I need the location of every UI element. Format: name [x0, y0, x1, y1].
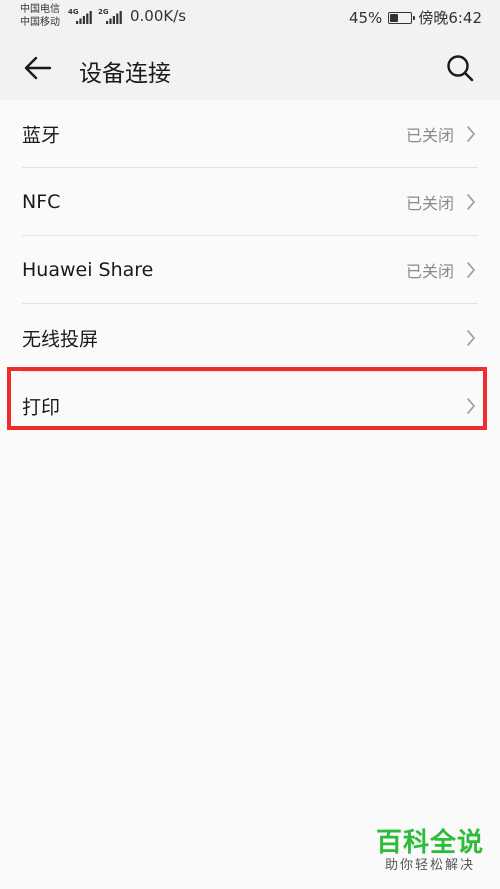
list-item-label: 无线投屏: [22, 328, 99, 350]
signal-bars-icon: [106, 11, 122, 24]
battery-fill: [390, 13, 399, 22]
battery-icon: [388, 11, 416, 24]
network-speed: 0.00K/s: [130, 7, 187, 25]
watermark-subtitle: 助你轻松解决: [384, 858, 475, 873]
status-right: 45% 傍晚6:42: [349, 7, 482, 28]
chevron-right-icon: [467, 125, 475, 142]
carrier-names: 中国电信 中国移动: [20, 3, 60, 29]
list-item-nfc[interactable]: NFC 已关闭: [22, 168, 478, 236]
list-item-status: 已关闭: [405, 125, 454, 145]
carrier-1: 中国电信: [20, 4, 60, 15]
battery-tip: [413, 15, 416, 20]
list-item-wireless-projection[interactable]: 无线投屏: [22, 304, 478, 372]
signal-bars-icon: [76, 11, 92, 24]
battery-percent: 45%: [348, 8, 383, 27]
carrier-2: 中国移动: [20, 17, 60, 28]
search-button[interactable]: [444, 52, 476, 84]
page-title: 设备连接: [79, 61, 171, 87]
clock: 傍晚6:42: [418, 9, 482, 27]
search-icon: [447, 55, 474, 82]
list-item-label: NFC: [22, 190, 61, 213]
list-item-label: Huawei Share: [22, 258, 154, 281]
app-header: 设备连接: [0, 34, 500, 100]
list-item-status: 已关闭: [405, 261, 454, 281]
list-item-huawei-share[interactable]: Huawei Share 已关闭: [22, 236, 478, 304]
list-item-bluetooth[interactable]: 蓝牙 已关闭: [22, 100, 478, 168]
watermark-title: 百科全说: [375, 828, 484, 858]
list-item-label: 蓝牙: [22, 124, 61, 146]
watermark: 百科全说 助你轻松解决: [376, 828, 484, 874]
back-button[interactable]: [22, 52, 54, 84]
status-bar: 中国电信 中国移动 4G 2G 0.00K/s 45% 傍晚6:42: [0, 0, 500, 34]
chevron-right-icon: [467, 261, 475, 278]
arrow-left-icon: [24, 56, 52, 80]
highlight-box: [7, 367, 487, 430]
chevron-right-icon: [467, 329, 475, 346]
list-item-status: 已关闭: [405, 193, 454, 213]
chevron-right-icon: [467, 193, 475, 210]
